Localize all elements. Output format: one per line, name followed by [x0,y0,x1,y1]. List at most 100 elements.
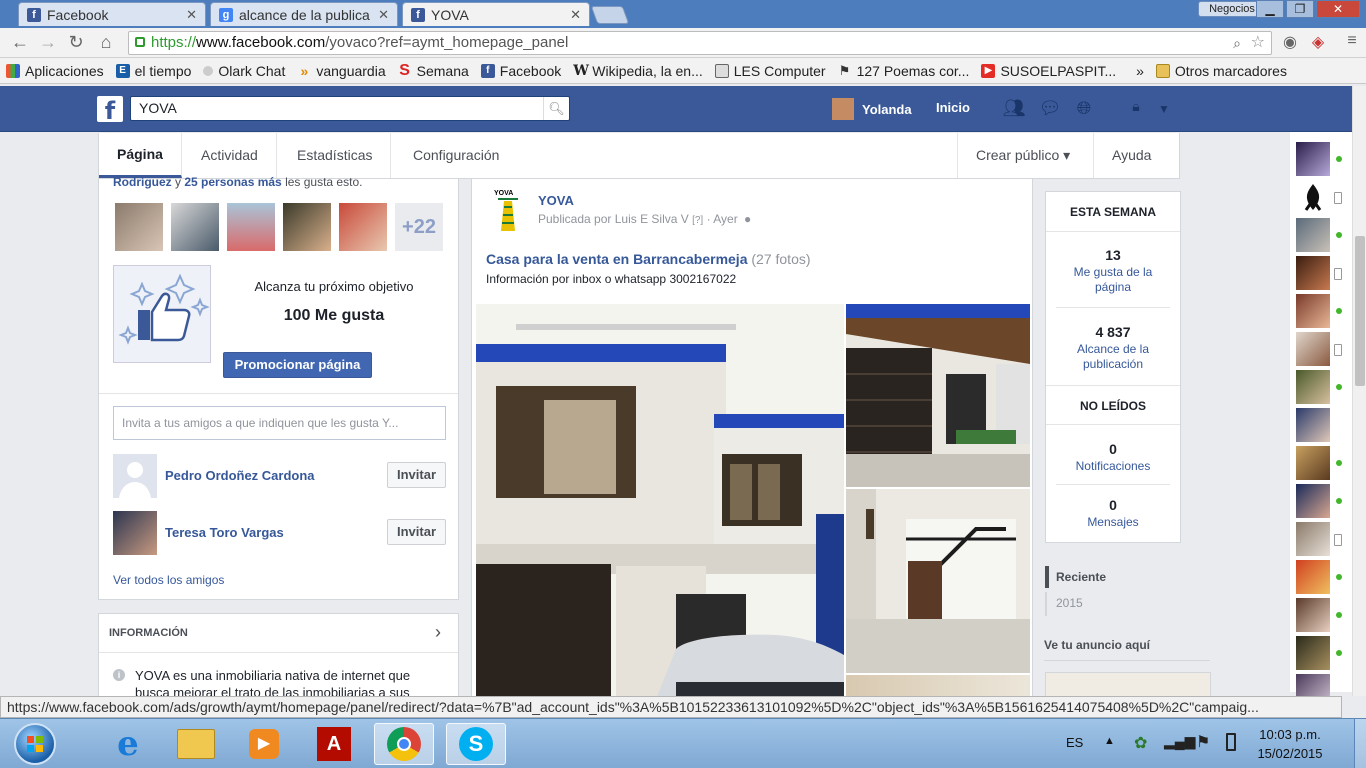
chat-contact-avatar[interactable] [1296,218,1330,252]
action-center-flag-icon[interactable]: ⚑ [1196,732,1210,752]
post-reach-label[interactable]: Alcance de la publicación [1066,342,1160,372]
friend-requests-icon[interactable]: 👥︎ [1002,98,1026,120]
bookmark-star-icon[interactable]: ☆ [1251,32,1265,54]
page-logo-icon[interactable]: YOVA [486,187,530,231]
scrollbar-thumb[interactable] [1355,236,1365,386]
bookmark-facebook[interactable]: f Facebook [475,63,567,79]
chat-contact-avatar[interactable] [1296,370,1330,404]
privacy-shortcuts-icon[interactable]: 🔒︎ [1124,98,1148,120]
bookmark-les-computer[interactable]: LES Computer [709,63,832,79]
search-input[interactable]: YOVA 🔍︎ [130,96,570,121]
avatar[interactable] [113,511,157,555]
chat-contact-avatar[interactable] [1296,484,1330,518]
tab-estadisticas[interactable]: Estadísticas [279,133,392,178]
invite-button[interactable]: Invitar [387,462,446,488]
messages-icon[interactable]: 💬︎ [1038,98,1062,120]
facebook-logo-icon[interactable]: f [97,96,123,125]
new-tab-button[interactable] [590,6,630,24]
album-photo-main[interactable] [476,304,844,699]
browser-tab-facebook[interactable]: f Facebook ✕ [18,2,206,26]
network-signal-icon[interactable]: ▂▄▆ [1164,733,1195,750]
crear-publico-menu[interactable]: Crear público ▾ [957,133,1088,178]
album-title-link[interactable]: Casa para la venta en Barrancabermeja [486,251,747,267]
help-link[interactable]: [?] [692,215,703,226]
close-window-button[interactable]: ✕ [1316,0,1360,18]
bookmark-other[interactable]: Otros marcadores [1150,63,1293,79]
chat-contact-avatar[interactable] [1296,560,1330,594]
chat-contact-avatar[interactable] [1296,598,1330,632]
adobe-reader-icon[interactable]: A [304,723,364,765]
show-hidden-icons-icon[interactable]: ▲ [1104,735,1115,747]
tab-pagina[interactable]: Página [99,133,182,178]
address-bar[interactable]: https://www.facebook.com/yovaco?ref=aymt… [128,31,1272,55]
chat-contact-avatar[interactable] [1296,332,1330,366]
likes-count-link[interactable]: 25 personas más [184,175,281,189]
browser-tab-google[interactable]: g alcance de la publica ✕ [210,2,398,26]
chat-contact-avatar[interactable] [1296,142,1330,176]
album-photo[interactable] [846,304,1030,487]
chevron-right-icon[interactable]: › [435,622,441,643]
friend-name-link[interactable]: Teresa Toro Vargas [165,525,284,540]
invite-friends-input[interactable]: Invita a tus amigos a que indiquen que l… [113,406,446,440]
chat-contact-avatar[interactable] [1296,446,1330,480]
media-player-icon[interactable]: ▶ [234,723,294,765]
ad-preview-image[interactable] [1045,672,1211,698]
maximize-button[interactable]: ❐ [1286,0,1314,18]
notifications-label[interactable]: Notificaciones [1046,459,1180,474]
profile-link[interactable]: Yolanda [832,98,912,120]
home-link[interactable]: Inicio [936,100,970,115]
friend-name-link[interactable]: Rodríguez [113,175,172,189]
tab-actividad[interactable]: Actividad [183,133,277,178]
clock-time[interactable]: 10:03 p.m. [1250,727,1330,742]
bookmark-poemas[interactable]: ⚑ 127 Poemas cor... [832,63,976,79]
forward-arrow-icon[interactable]: → [36,32,60,53]
friend-thumbnail[interactable] [339,203,387,251]
chrome-icon[interactable] [374,723,434,765]
chat-contact-avatar[interactable] [1296,636,1330,670]
chat-contact-avatar[interactable] [1296,180,1330,214]
chat-contact-avatar[interactable] [1296,522,1330,556]
tab-configuracion[interactable]: Configuración [395,133,517,178]
show-desktop-button[interactable] [1354,719,1366,768]
friend-name-link[interactable]: Pedro Ordoñez Cardona [165,468,315,483]
close-tab-icon[interactable]: ✕ [570,7,581,23]
page-name-link[interactable]: YOVA [538,193,574,208]
internet-explorer-icon[interactable]: e [98,723,158,765]
more-friends-count[interactable]: +22 [395,203,443,251]
account-menu-arrow-icon[interactable]: ▼ [1152,102,1176,124]
album-photo[interactable] [846,489,1030,673]
timeline-year-link[interactable]: 2015 [1056,596,1083,610]
bookmark-semana[interactable]: S Semana [392,62,475,79]
chat-contact-avatar[interactable] [1296,408,1330,442]
file-explorer-icon[interactable] [166,723,226,765]
minimize-button[interactable]: ▁ [1256,0,1284,18]
reload-icon[interactable]: ↻ [64,32,88,53]
close-tab-icon[interactable]: ✕ [378,7,389,23]
extension-icon[interactable]: ◉ [1278,32,1302,52]
ayuda-menu[interactable]: Ayuda ▾ [1093,133,1179,208]
timeline-recent-link[interactable]: Reciente [1056,570,1106,584]
promote-page-button[interactable]: Promocionar página [223,352,372,378]
clock-date[interactable]: 15/02/2015 [1250,746,1330,761]
bookmark-el-tiempo[interactable]: Eel tiempo [110,63,198,79]
friend-thumbnail[interactable] [283,203,331,251]
menu-icon[interactable]: ≡ [1340,32,1364,50]
close-tab-icon[interactable]: ✕ [186,7,197,23]
messages-label[interactable]: Mensajes [1046,515,1180,530]
bookmark-vanguardia[interactable]: » vanguardia [291,63,391,79]
bookmarks-overflow[interactable]: » [1130,63,1150,79]
notifications-globe-icon[interactable]: 🌐︎ [1072,98,1096,120]
battery-icon[interactable] [1226,733,1236,751]
language-indicator[interactable]: ES [1066,735,1083,750]
start-button-icon[interactable] [14,723,56,765]
bookmark-olark[interactable]: Olark Chat [197,63,291,79]
bookmark-apps[interactable]: Aplicaciones [0,63,110,79]
bookmark-wikipedia[interactable]: W Wikipedia, la en... [567,63,709,79]
friend-thumbnail[interactable] [171,203,219,251]
chat-contact-avatar[interactable] [1296,294,1330,328]
invite-button[interactable]: Invitar [387,519,446,545]
back-arrow-icon[interactable]: ← [8,32,32,53]
page-likes-label[interactable]: Me gusta de la página [1066,265,1160,295]
zoom-icon[interactable]: ⌕ [1233,32,1241,54]
chat-contact-avatar[interactable] [1296,256,1330,290]
